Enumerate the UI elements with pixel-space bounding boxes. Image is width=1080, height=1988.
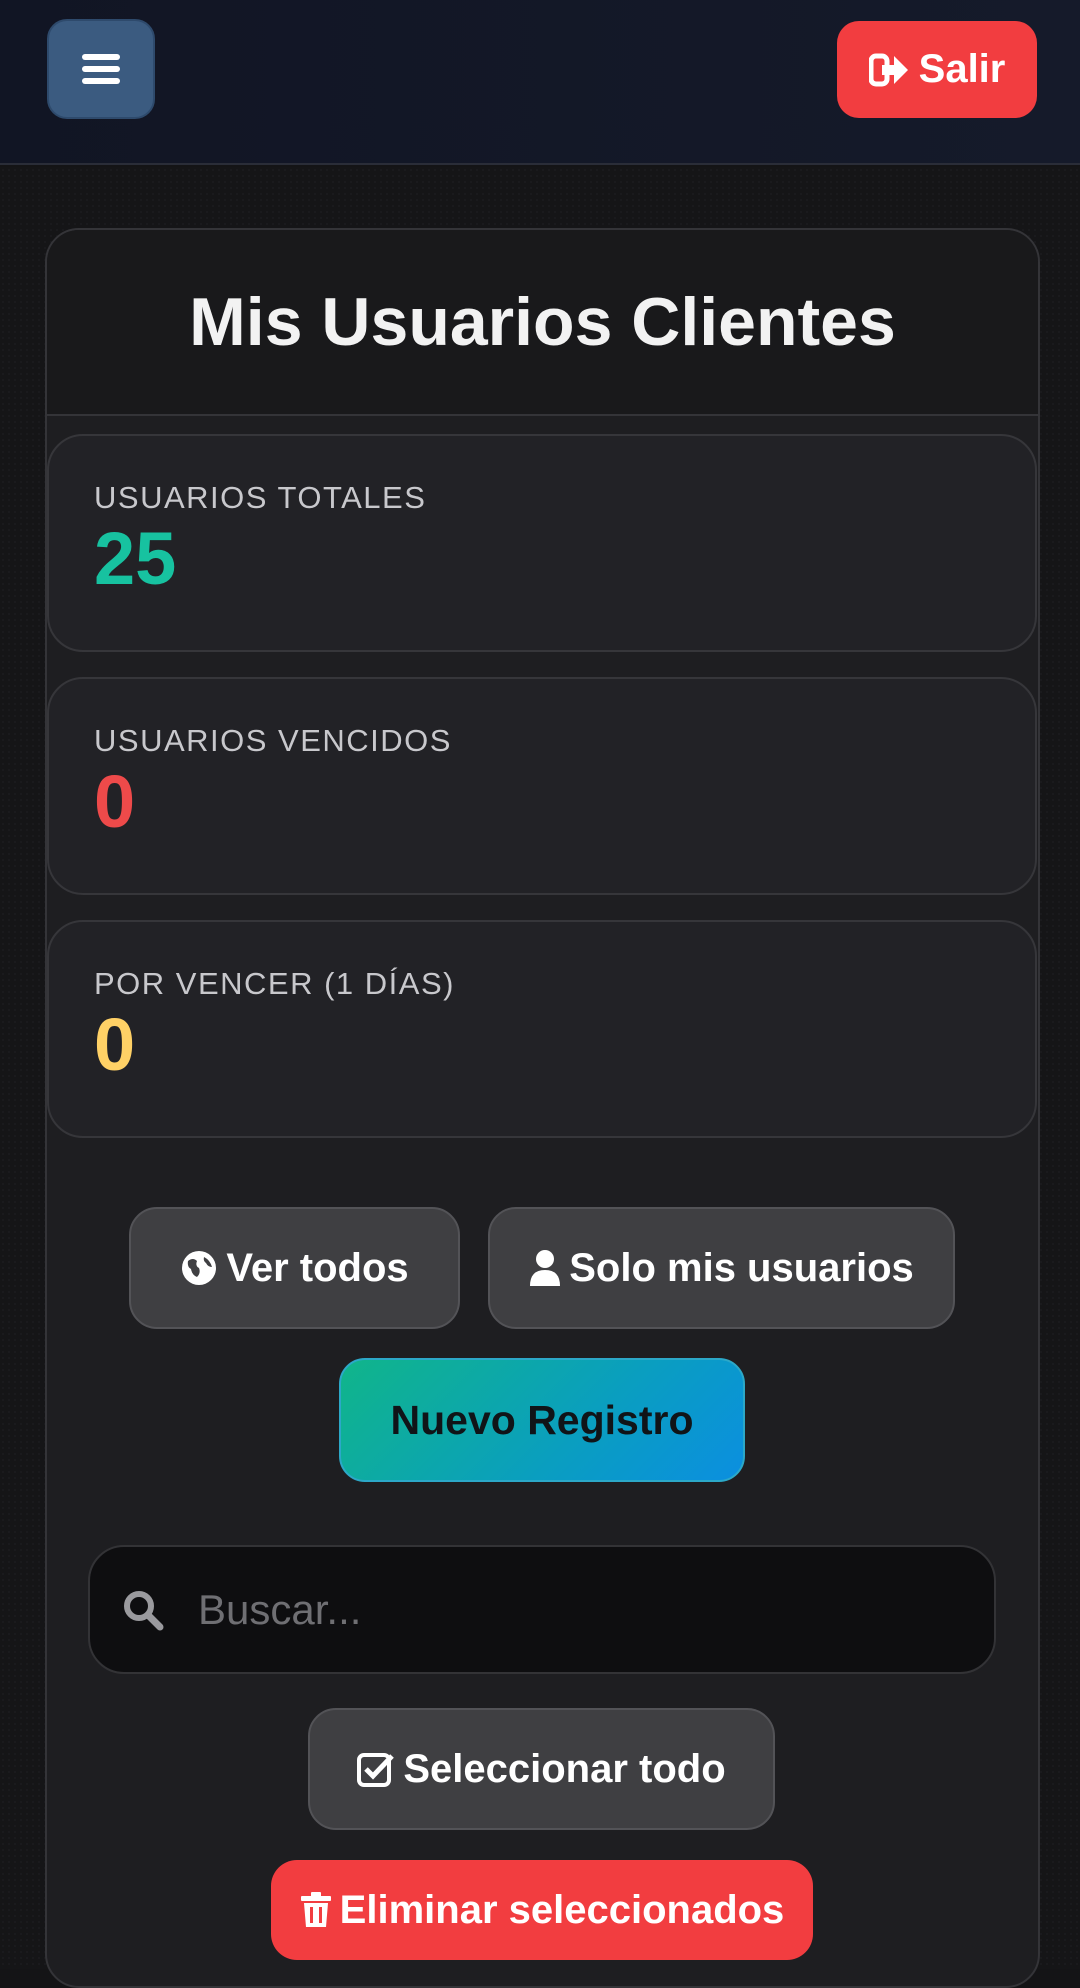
stat-value: 0 — [94, 760, 136, 843]
check-square-icon — [357, 1753, 395, 1787]
select-all-label: Seleccionar todo — [403, 1746, 726, 1791]
search-icon — [124, 1590, 164, 1630]
select-all-button[interactable]: Seleccionar todo — [308, 1708, 775, 1830]
hamburger-icon — [82, 48, 120, 90]
my-users-button[interactable]: Solo mis usuarios — [488, 1207, 955, 1329]
stat-expiring-users: POR VENCER (1 DÍAS) 0 — [47, 920, 1037, 1138]
stat-total-users: USUARIOS TOTALES 25 — [47, 434, 1037, 652]
stat-value: 25 — [94, 517, 177, 600]
view-all-label: Ver todos — [226, 1245, 409, 1290]
stat-label: POR VENCER (1 DÍAS) — [94, 966, 455, 1001]
card-header: Mis Usuarios Clientes — [47, 230, 1038, 416]
logout-label: Salir — [918, 47, 1006, 91]
new-record-label: Nuevo Registro — [390, 1396, 694, 1443]
delete-selected-button[interactable]: Eliminar seleccionados — [271, 1860, 813, 1960]
menu-button[interactable] — [47, 19, 155, 119]
new-record-button[interactable]: Nuevo Registro — [339, 1358, 745, 1482]
stat-value: 0 — [94, 1003, 136, 1086]
user-icon — [530, 1250, 561, 1286]
sign-out-icon — [868, 53, 908, 86]
logout-button[interactable]: Salir — [837, 21, 1037, 118]
globe-icon — [182, 1251, 217, 1285]
delete-selected-label: Eliminar seleccionados — [339, 1887, 785, 1932]
search-bar[interactable] — [88, 1545, 996, 1674]
stat-label: USUARIOS TOTALES — [94, 480, 427, 515]
stat-expired-users: USUARIOS VENCIDOS 0 — [47, 677, 1037, 895]
page-title: Mis Usuarios Clientes — [189, 284, 896, 360]
stat-label: USUARIOS VENCIDOS — [94, 723, 452, 758]
search-input[interactable] — [198, 1585, 958, 1634]
top-bar: Salir — [0, 0, 1080, 165]
my-users-label: Solo mis usuarios — [569, 1245, 914, 1290]
view-all-button[interactable]: Ver todos — [129, 1207, 460, 1329]
trash-icon — [300, 1892, 331, 1927]
